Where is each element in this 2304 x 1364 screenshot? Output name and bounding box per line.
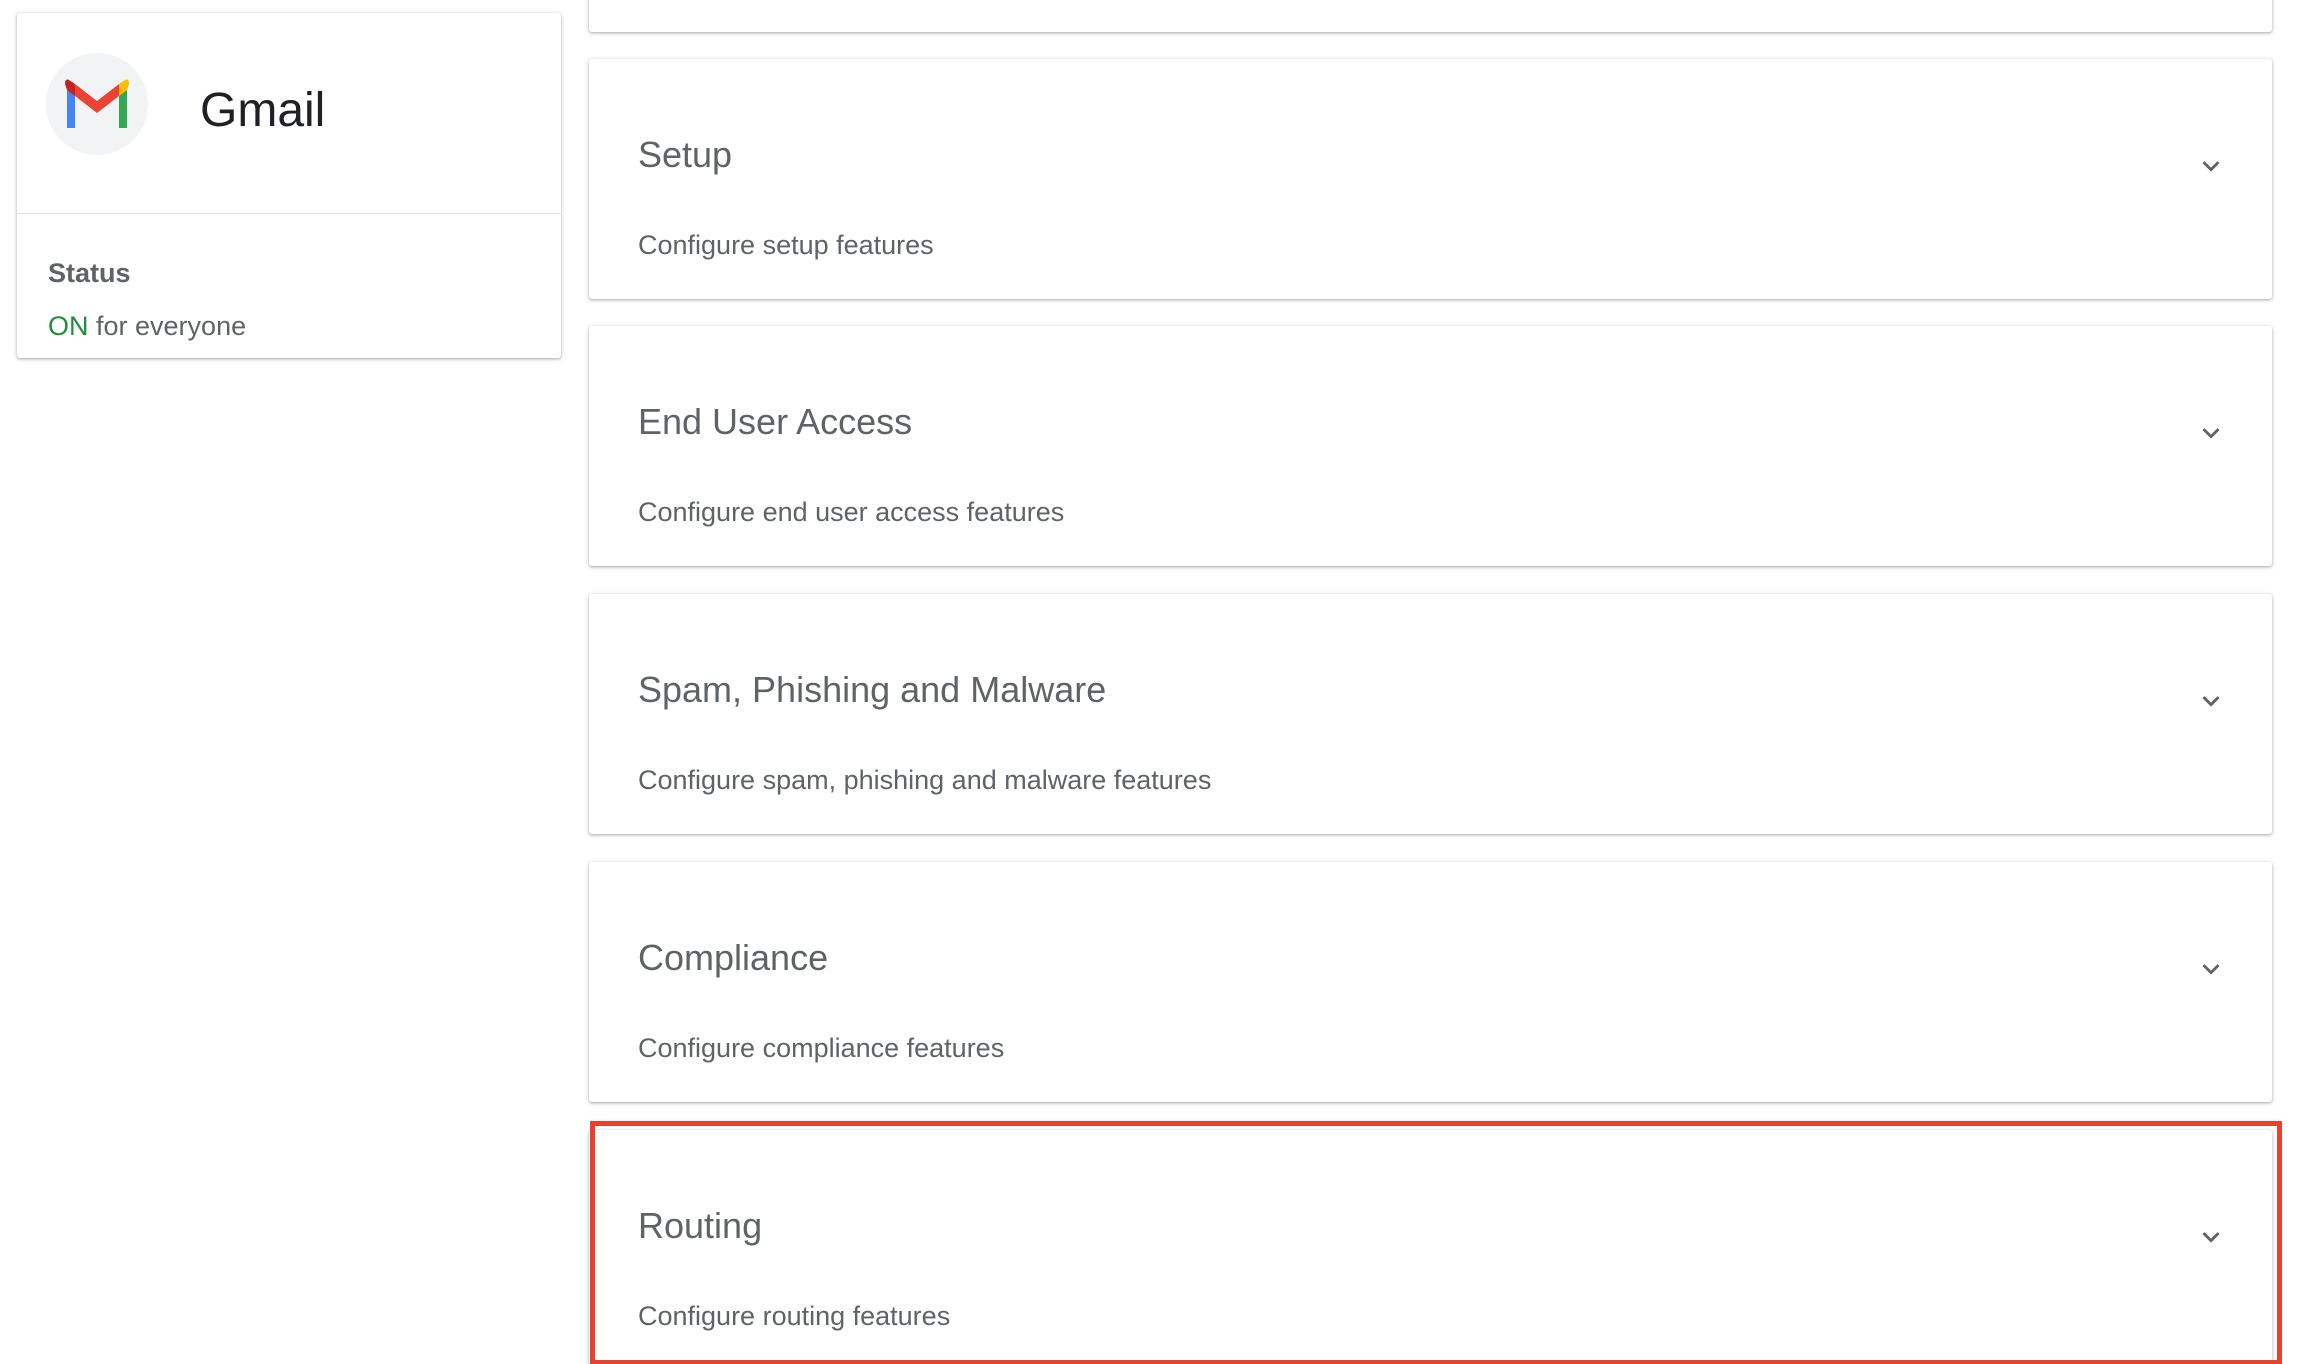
- chevron-down-icon[interactable]: [2194, 149, 2228, 183]
- section-description: Configure compliance features: [638, 1033, 1005, 1063]
- app-title: Gmail: [200, 84, 326, 137]
- section-description: Configure routing features: [638, 1301, 951, 1331]
- section-title: Spam, Phishing and Malware: [638, 669, 1107, 710]
- section-description: Configure end user access features: [638, 497, 1065, 527]
- status-suffix: for everyone: [96, 311, 247, 341]
- previous-card-edge: [589, 0, 2272, 32]
- app-header: Gmail: [17, 13, 561, 214]
- section-title: End User Access: [638, 401, 913, 442]
- gmail-settings-page: Gmail Status ON for everyone Setup Confi…: [0, 0, 2304, 1364]
- app-info-card: Gmail Status ON for everyone: [17, 13, 561, 358]
- section-spam-phishing-malware[interactable]: Spam, Phishing and Malware Configure spa…: [589, 594, 2272, 834]
- section-title: Routing: [638, 1205, 763, 1246]
- section-title: Compliance: [638, 937, 829, 978]
- section-description: Configure setup features: [638, 230, 934, 260]
- section-compliance[interactable]: Compliance Configure compliance features: [589, 862, 2272, 1102]
- gmail-logo-icon: [46, 53, 148, 155]
- status-line: ON for everyone: [48, 313, 246, 340]
- chevron-down-icon[interactable]: [2194, 1220, 2228, 1254]
- chevron-down-icon[interactable]: [2194, 952, 2228, 986]
- status-on-value: ON: [48, 311, 89, 341]
- section-title: Setup: [638, 134, 733, 175]
- section-end-user-access[interactable]: End User Access Configure end user acces…: [589, 326, 2272, 566]
- section-setup[interactable]: Setup Configure setup features: [589, 59, 2272, 299]
- status-label: Status: [48, 258, 131, 288]
- section-description: Configure spam, phishing and malware fea…: [638, 765, 1212, 795]
- section-routing[interactable]: Routing Configure routing features: [589, 1130, 2272, 1364]
- chevron-down-icon[interactable]: [2194, 416, 2228, 450]
- chevron-down-icon[interactable]: [2194, 684, 2228, 718]
